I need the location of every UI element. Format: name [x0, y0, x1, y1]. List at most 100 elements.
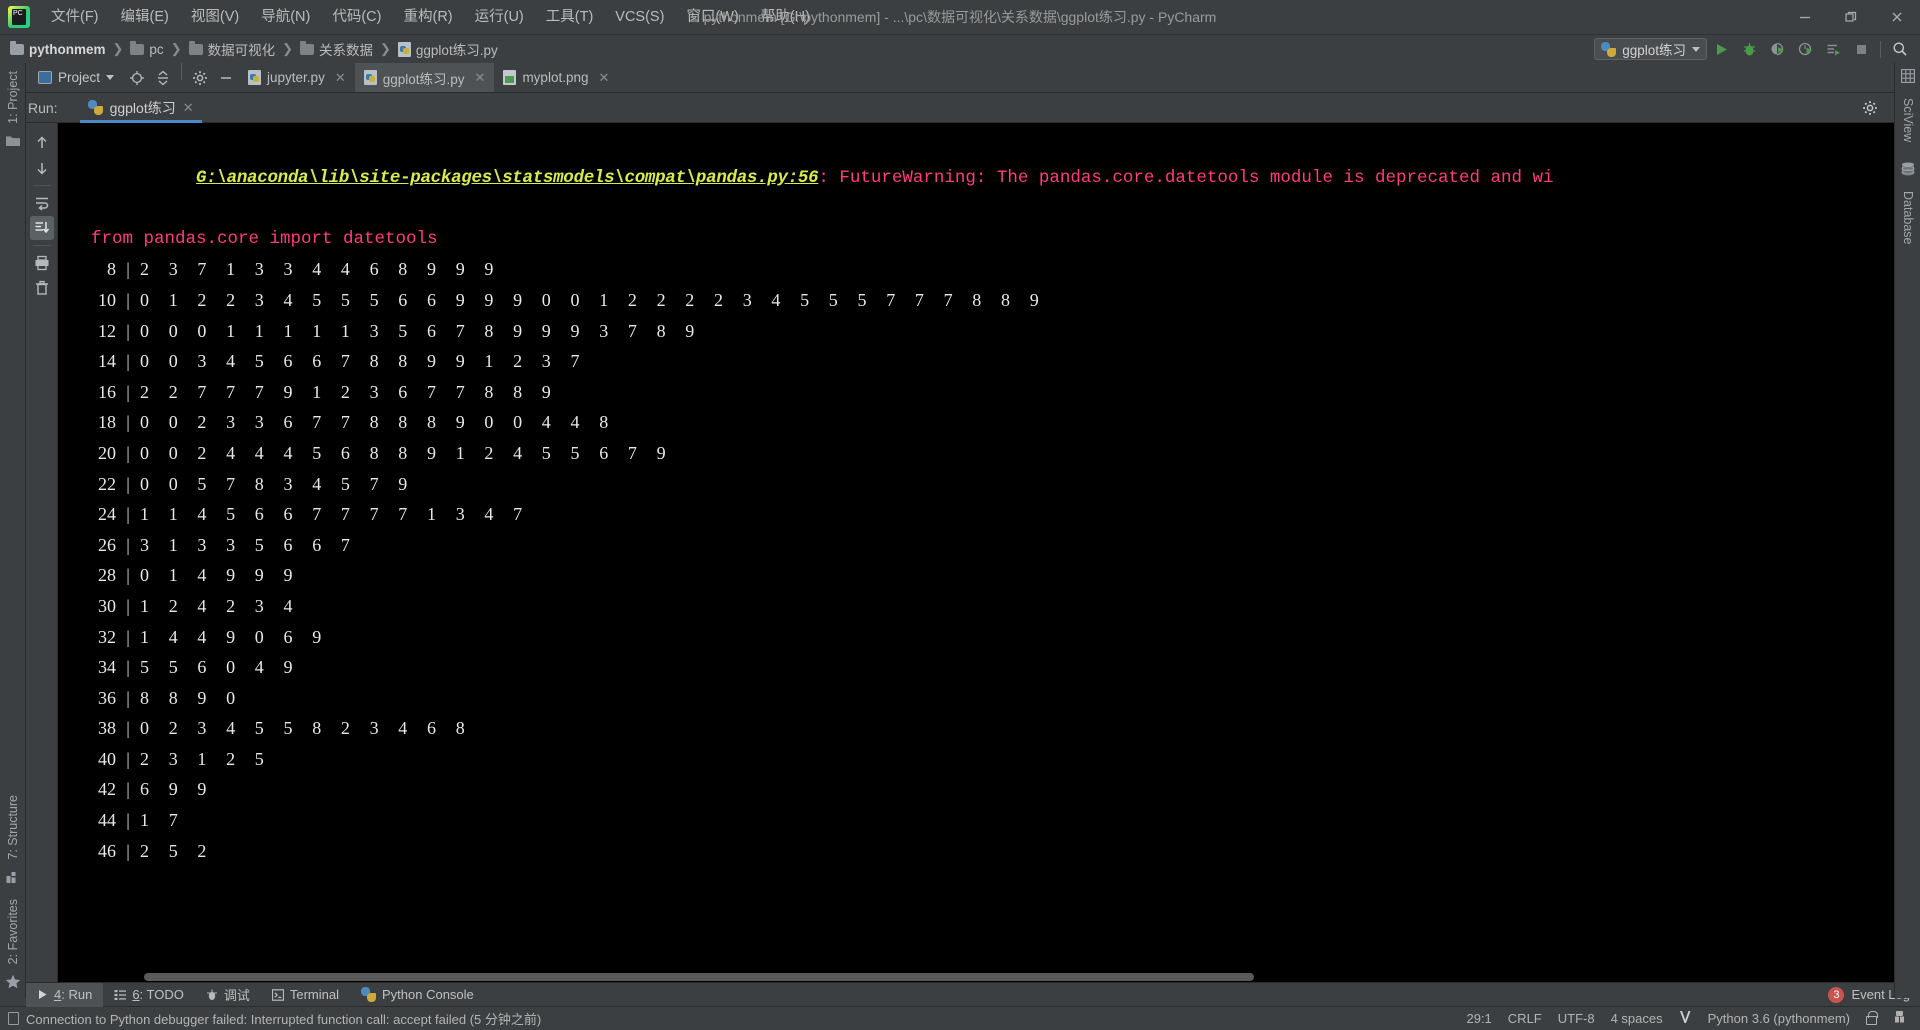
python-icon [1601, 41, 1617, 57]
breadcrumb-item-file[interactable]: ggplot练习.py [397, 39, 498, 59]
close-icon[interactable]: ✕ [598, 70, 609, 86]
menu-help[interactable]: 帮助(H) [750, 0, 821, 35]
leaf-values: 0 2 3 4 5 5 8 2 3 4 6 8 [140, 718, 473, 739]
sidebar-item-project[interactable]: 1: Project [6, 65, 20, 130]
coverage-icon[interactable] [1763, 36, 1791, 62]
inspection-icon[interactable] [1893, 1010, 1906, 1027]
run-with-params-icon[interactable] [1819, 36, 1847, 62]
sidebar-item-favorites[interactable]: 2: Favorites [6, 893, 20, 970]
search-icon[interactable] [1886, 36, 1914, 62]
scroll-to-end-icon[interactable] [29, 216, 54, 240]
up-arrow-icon[interactable] [30, 131, 54, 155]
warning-file-path-link[interactable]: G:\anaconda\lib\site-packages\statsmodel… [196, 168, 819, 188]
status-message: Connection to Python debugger failed: In… [26, 1012, 542, 1027]
menu-window[interactable]: 窗口(W) [675, 0, 749, 35]
sidebar-item-database[interactable]: Database [1901, 185, 1915, 251]
run-console-gutter [26, 123, 58, 982]
stem-value: 40 [98, 748, 116, 769]
console-output[interactable]: G:\anaconda\lib\site-packages\statsmodel… [58, 123, 1920, 982]
bottom-window-label: 调试 [223, 988, 250, 1003]
bottom-window-terminal[interactable]: Terminal [261, 983, 350, 1007]
file-encoding[interactable]: UTF-8 [1558, 1011, 1595, 1026]
breadcrumb-item-relationdata[interactable]: 关系数据 [300, 39, 373, 59]
bottom-window-debug[interactable]: 调试 [195, 983, 261, 1007]
debug-icon[interactable] [1735, 36, 1763, 62]
editor-tab-ggplot[interactable]: ggplot练习.py ✕ [354, 63, 495, 92]
stem-value: 38 [98, 718, 116, 739]
status-message-group[interactable]: Connection to Python debugger failed: In… [8, 1009, 541, 1028]
python-interpreter[interactable]: Python 3.6 (pythonmem) [1708, 1011, 1850, 1026]
lock-icon[interactable] [1866, 1010, 1878, 1025]
project-tool-button[interactable]: Project [28, 63, 124, 92]
soft-wrap-icon[interactable] [30, 191, 54, 215]
leaf-values: 1 1 4 5 6 6 7 7 7 7 1 3 4 7 [140, 504, 530, 525]
collapse-all-icon[interactable] [150, 63, 176, 92]
python-file-icon [397, 41, 411, 57]
stem-separator: | [126, 810, 130, 831]
leaf-values: 0 0 5 7 8 3 4 5 7 9 [140, 473, 415, 494]
maximize-button[interactable] [1828, 0, 1874, 35]
menu-refactor[interactable]: 重构(R) [392, 0, 463, 35]
stem-separator: | [126, 565, 130, 586]
menu-run[interactable]: 运行(U) [464, 0, 535, 35]
bottom-window-label: : Run [61, 987, 93, 1002]
stop-icon[interactable] [1847, 36, 1875, 62]
close-button[interactable] [1874, 0, 1920, 35]
breadcrumb-separator: ❯ [282, 41, 293, 56]
run-session-tab[interactable]: ggplot练习 ✕ [79, 93, 202, 123]
bottom-window-python-console[interactable]: Python Console [350, 983, 485, 1007]
scrollbar-thumb[interactable] [144, 973, 1254, 981]
close-icon[interactable]: ✕ [335, 70, 346, 86]
close-icon[interactable]: ✕ [183, 100, 194, 116]
database-icon [1901, 162, 1915, 181]
down-arrow-icon[interactable] [30, 156, 54, 180]
sidebar-item-structure[interactable]: 7: Structure [6, 789, 20, 866]
menu-tools[interactable]: 工具(T) [535, 0, 605, 35]
menu-navigate[interactable]: 导航(N) [250, 0, 321, 35]
breadcrumb-item-pythonmem[interactable]: pythonmem [10, 40, 106, 57]
leaf-values: 3 1 3 3 5 6 6 7 [140, 534, 358, 555]
bottom-window-todo[interactable]: 6: TODO [103, 983, 195, 1007]
menu-file[interactable]: 文件(F) [40, 0, 110, 35]
settings-gear-icon[interactable] [1856, 95, 1884, 121]
branch-icon[interactable] [1679, 1010, 1692, 1027]
editor-tab-myplot[interactable]: myplot.png ✕ [494, 63, 618, 92]
run-icon[interactable] [1707, 36, 1735, 62]
pycharm-logo-icon: PC [8, 6, 30, 28]
breadcrumb-item-datavis[interactable]: 数据可视化 [188, 39, 275, 59]
minimize-button[interactable] [1782, 0, 1828, 35]
line-separator[interactable]: CRLF [1508, 1011, 1542, 1026]
menu-view[interactable]: 视图(V) [180, 0, 250, 35]
sidebar-item-sciview[interactable]: SciView [1901, 92, 1915, 148]
run-configuration-name: ggplot练习 [1622, 43, 1686, 58]
print-icon[interactable] [30, 251, 54, 275]
hide-icon[interactable] [213, 63, 239, 92]
breadcrumb-separator: ❯ [112, 41, 124, 56]
stem-value: 22 [98, 473, 116, 494]
leaf-values: 2 3 1 2 5 [140, 748, 272, 769]
caret-position[interactable]: 29:1 [1466, 1011, 1491, 1026]
message-icon [8, 1012, 19, 1025]
breadcrumb-item-pc[interactable]: pc [130, 40, 164, 57]
menu-code[interactable]: 代码(C) [321, 0, 392, 35]
gear-icon[interactable] [187, 63, 213, 92]
stem-value: 32 [98, 626, 116, 647]
stem-leaf-row: 12 | 0 0 0 1 1 1 1 1 3 5 6 7 8 9 9 9 3 7… [70, 316, 1920, 347]
close-icon[interactable]: ✕ [475, 70, 486, 86]
indent-setting[interactable]: 4 spaces [1611, 1011, 1663, 1026]
leaf-values: 0 1 4 9 9 9 [140, 565, 301, 586]
stem-value: 26 [98, 534, 116, 555]
console-horizontal-scrollbar[interactable] [58, 972, 1920, 982]
locate-icon[interactable] [124, 63, 150, 92]
chevron-down-icon [1692, 46, 1700, 52]
profile-icon[interactable] [1791, 36, 1819, 62]
trash-icon[interactable] [30, 276, 54, 300]
bottom-window-run[interactable]: 4: Run [26, 982, 104, 1007]
leaf-values: 1 2 4 2 3 4 [140, 595, 301, 616]
editor-tab-jupyter[interactable]: jupyter.py ✕ [239, 63, 355, 92]
menu-edit[interactable]: 编辑(E) [110, 0, 180, 35]
stem-value: 10 [98, 289, 116, 310]
bottom-window-num: 6 [132, 987, 140, 1002]
menu-vcs[interactable]: VCS(S) [604, 0, 675, 35]
run-configuration-selector[interactable]: ggplot练习 [1594, 38, 1707, 60]
